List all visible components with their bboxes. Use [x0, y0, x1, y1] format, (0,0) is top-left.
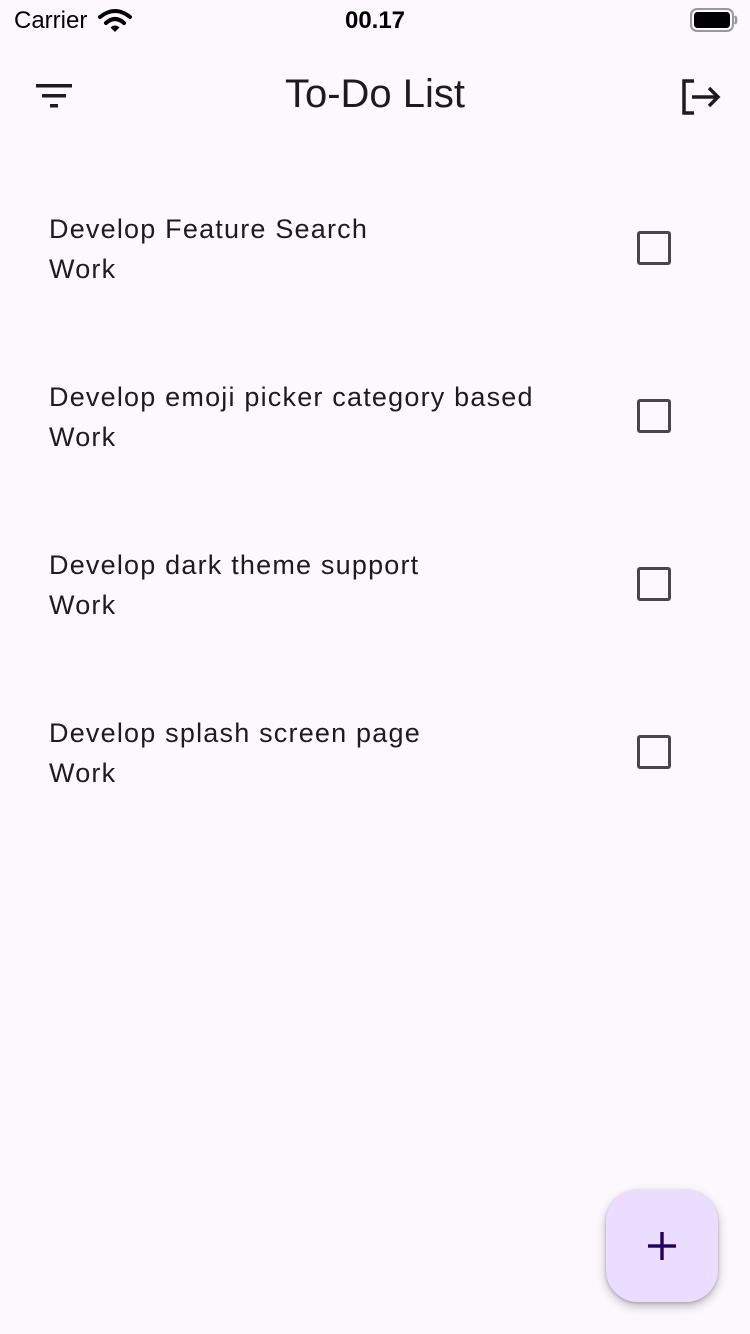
todo-category: Work [49, 422, 117, 452]
todo-checkbox[interactable] [637, 567, 671, 601]
todo-checkbox[interactable] [637, 399, 671, 433]
todo-category: Work [49, 590, 117, 620]
todo-title: Develop emoji picker category based [49, 382, 534, 412]
add-todo-button[interactable] [606, 1190, 718, 1302]
todo-checkbox[interactable] [637, 231, 671, 265]
todo-title: Develop splash screen page [49, 718, 421, 748]
app-bar: To-Do List [0, 40, 750, 152]
todo-category: Work [49, 254, 117, 284]
battery-icon [690, 8, 738, 37]
todo-item[interactable]: Develop Feature Search Work [0, 184, 750, 352]
todo-item[interactable]: Develop dark theme support Work [0, 520, 750, 688]
todo-category: Work [49, 758, 117, 788]
todo-checkbox[interactable] [637, 735, 671, 769]
status-bar: Carrier 00.17 [0, 0, 750, 40]
todo-title: Develop Feature Search [49, 214, 369, 244]
logout-icon [682, 79, 721, 115]
todo-list: Develop Feature Search Work Develop emoj… [0, 184, 750, 856]
plus-icon [648, 1232, 676, 1260]
status-time: 00.17 [344, 7, 406, 34]
todo-title: Develop dark theme support [49, 550, 420, 580]
page-title: To-Do List [284, 72, 466, 116]
todo-item[interactable]: Develop splash screen page Work [0, 688, 750, 856]
todo-item[interactable]: Develop emoji picker category based Work [0, 352, 750, 520]
logout-button[interactable] [664, 66, 732, 126]
